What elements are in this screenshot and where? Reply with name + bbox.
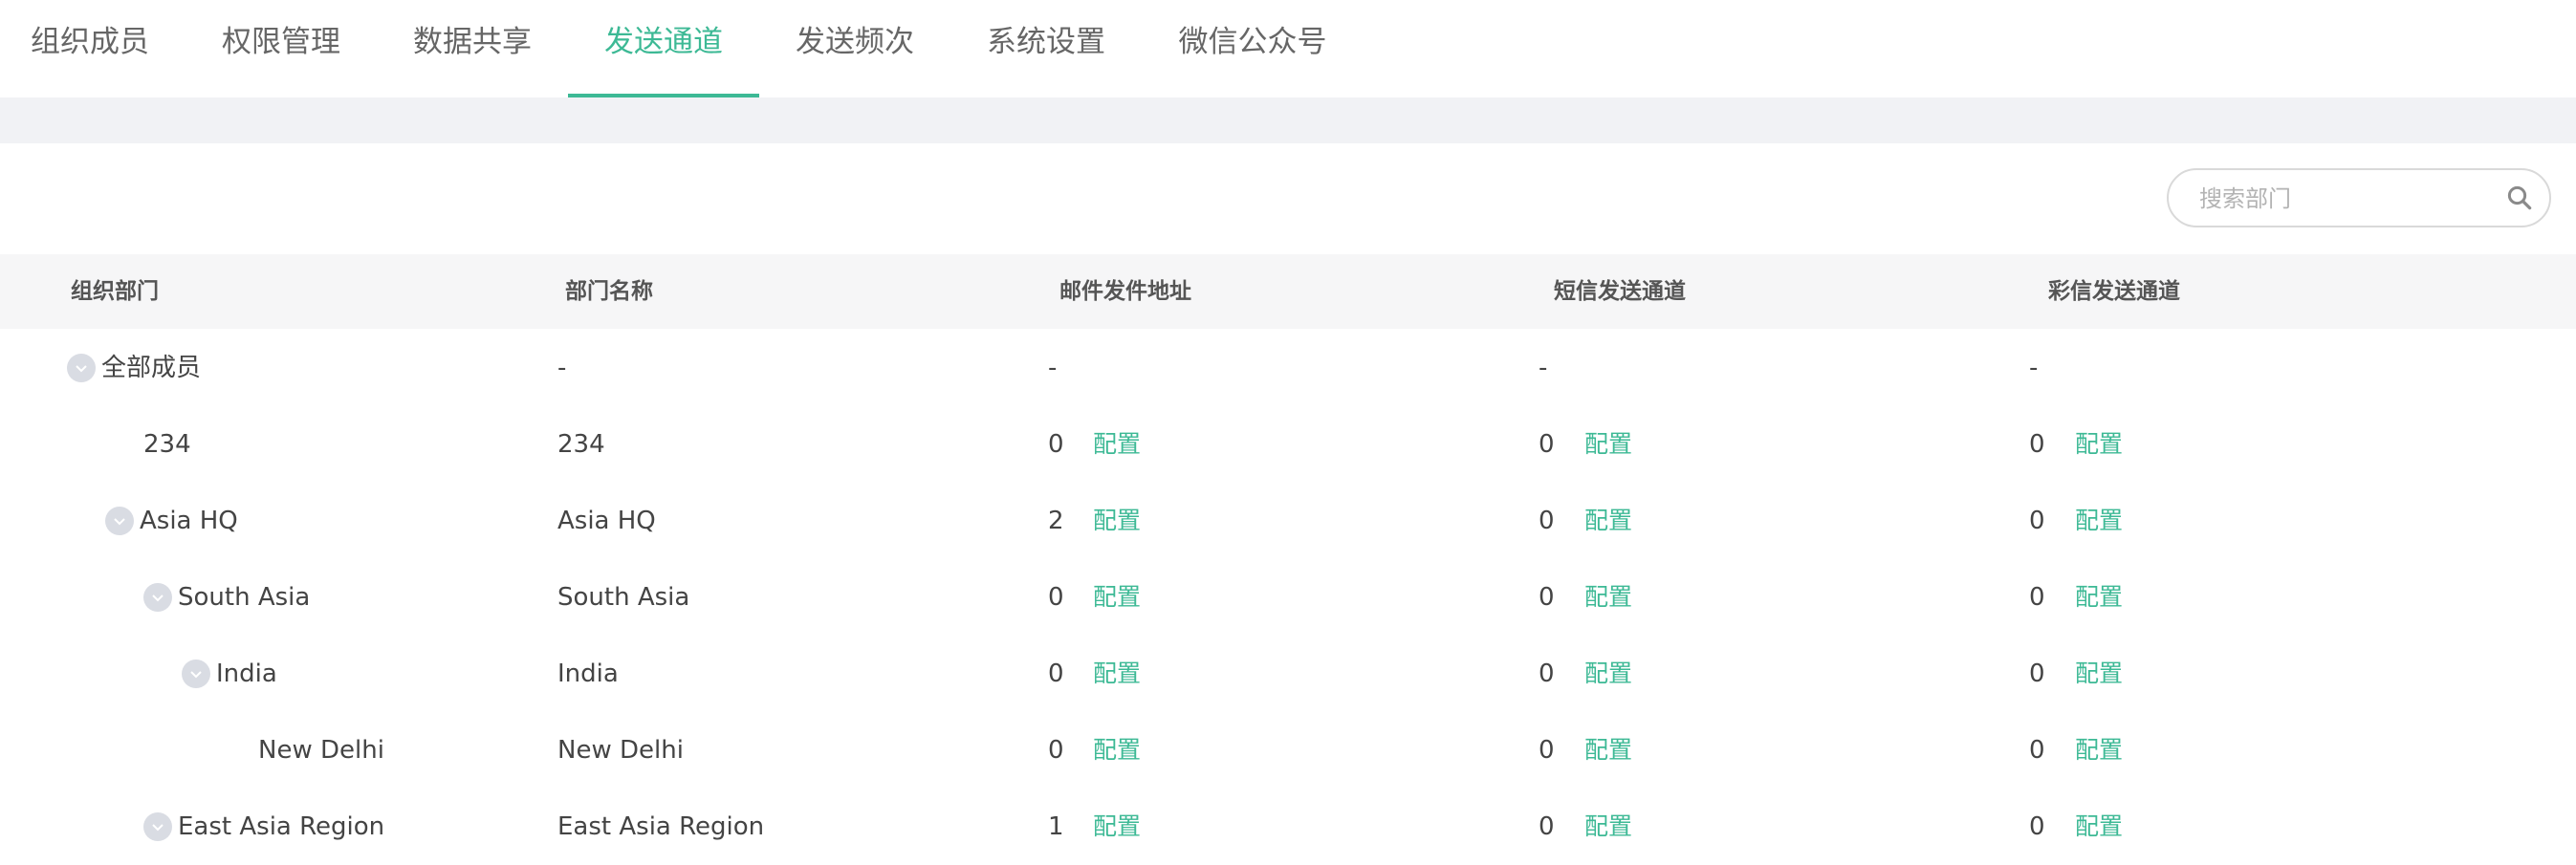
table-row: India India 0 配置 0 配置 0 配置 [0, 636, 2576, 712]
tree-node: India [182, 636, 277, 712]
tree-node: East Asia Region [143, 789, 384, 865]
tree-node: New Delhi [258, 712, 384, 789]
table-row: Asia HQ Asia HQ 2 配置 0 配置 0 配置 [0, 483, 2576, 559]
chevron-down-icon[interactable] [182, 660, 210, 688]
email-config-link[interactable]: 配置 [1093, 636, 1141, 712]
tab-send-channel[interactable]: 发送通道 [568, 0, 759, 97]
department-name: India [557, 660, 619, 688]
department-name: 234 [557, 430, 605, 459]
mms-value: - [2029, 354, 2039, 382]
tree-label: Asia HQ [140, 507, 238, 535]
tree-node: 234 [143, 406, 191, 483]
department-name: New Delhi [557, 736, 684, 765]
col-email-address: 邮件发件地址 [1059, 279, 1191, 304]
sms-config-link[interactable]: 配置 [1584, 406, 1632, 483]
col-mms-channel: 彩信发送通道 [2048, 279, 2180, 304]
email-value: 0 [1048, 430, 1064, 459]
email-config-link[interactable]: 配置 [1093, 559, 1141, 636]
mms-config-link[interactable]: 配置 [2075, 406, 2123, 483]
table-row: 234 234 0 配置 0 配置 0 配置 [0, 406, 2576, 483]
mms-config-link[interactable]: 配置 [2075, 712, 2123, 789]
chevron-down-icon[interactable] [105, 507, 134, 535]
tab-data-sharing[interactable]: 数据共享 [411, 0, 534, 97]
email-config-link[interactable]: 配置 [1093, 406, 1141, 483]
email-value: 0 [1048, 660, 1064, 688]
mms-config-link[interactable]: 配置 [2075, 636, 2123, 712]
tree-node: South Asia [143, 559, 310, 636]
tab-bar: 组织成员 权限管理 数据共享 发送通道 发送频次 系统设置 微信公众号 [0, 0, 2576, 97]
tab-send-frequency[interactable]: 发送频次 [794, 0, 916, 97]
sms-value: 0 [1539, 660, 1555, 688]
tree-label: India [216, 660, 277, 688]
tab-wechat-official[interactable]: 微信公众号 [1176, 0, 1329, 97]
sms-value: 0 [1539, 583, 1555, 612]
search-input[interactable] [2197, 170, 2488, 227]
mms-config-link[interactable]: 配置 [2075, 483, 2123, 559]
search-icon[interactable] [2505, 184, 2534, 212]
mms-value: 0 [2029, 736, 2045, 765]
sms-value: - [1539, 354, 1548, 382]
department-search [2167, 168, 2551, 227]
sms-config-link[interactable]: 配置 [1584, 559, 1632, 636]
mms-value: 0 [2029, 660, 2045, 688]
sms-config-link[interactable]: 配置 [1584, 636, 1632, 712]
sms-value: 0 [1539, 812, 1555, 841]
sms-value: 0 [1539, 507, 1555, 535]
col-department-name: 部门名称 [565, 279, 653, 304]
tab-org-members[interactable]: 组织成员 [29, 0, 151, 97]
sms-value: 0 [1539, 430, 1555, 459]
tab-system-settings[interactable]: 系统设置 [985, 0, 1107, 97]
chevron-down-icon[interactable] [143, 583, 172, 612]
department-name: Asia HQ [557, 507, 656, 535]
table-row: East Asia Region East Asia Region 1 配置 0… [0, 789, 2576, 865]
tree-label: 全部成员 [101, 354, 202, 382]
chevron-down-icon[interactable] [143, 812, 172, 841]
department-name: South Asia [557, 583, 690, 612]
table-row: 全部成员 - - - - [0, 330, 2576, 406]
tree-node: 全部成员 [67, 330, 201, 406]
sms-config-link[interactable]: 配置 [1584, 712, 1632, 789]
email-config-link[interactable]: 配置 [1093, 483, 1141, 559]
tree-label: 234 [143, 430, 191, 459]
table-header: 组织部门 部门名称 邮件发件地址 短信发送通道 彩信发送通道 [0, 254, 2576, 329]
mms-value: 0 [2029, 507, 2045, 535]
chevron-down-icon[interactable] [67, 354, 96, 382]
mms-config-link[interactable]: 配置 [2075, 559, 2123, 636]
department-name: - [557, 354, 567, 382]
email-value: 0 [1048, 736, 1064, 765]
email-value: - [1048, 354, 1058, 382]
email-config-link[interactable]: 配置 [1093, 712, 1141, 789]
mms-value: 0 [2029, 812, 2045, 841]
col-org-department: 组织部门 [71, 279, 159, 304]
tree-label: East Asia Region [178, 812, 385, 841]
section-divider [0, 97, 2576, 143]
email-value: 1 [1048, 812, 1064, 841]
tree-node: Asia HQ [105, 483, 238, 559]
sms-config-link[interactable]: 配置 [1584, 483, 1632, 559]
email-config-link[interactable]: 配置 [1093, 789, 1141, 865]
sms-value: 0 [1539, 736, 1555, 765]
mms-value: 0 [2029, 430, 2045, 459]
mms-value: 0 [2029, 583, 2045, 612]
department-name: East Asia Region [557, 812, 765, 841]
email-value: 2 [1048, 507, 1064, 535]
mms-config-link[interactable]: 配置 [2075, 789, 2123, 865]
tree-label: South Asia [178, 583, 311, 612]
tree-label: New Delhi [258, 736, 384, 765]
email-value: 0 [1048, 583, 1064, 612]
table-row: South Asia South Asia 0 配置 0 配置 0 配置 [0, 559, 2576, 636]
table-row: New Delhi New Delhi 0 配置 0 配置 0 配置 [0, 712, 2576, 789]
tab-permissions[interactable]: 权限管理 [220, 0, 342, 97]
sms-config-link[interactable]: 配置 [1584, 789, 1632, 865]
col-sms-channel: 短信发送通道 [1554, 279, 1686, 304]
